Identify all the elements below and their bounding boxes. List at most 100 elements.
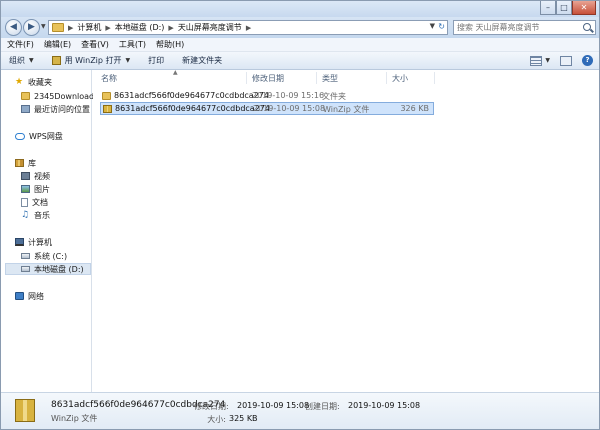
print-button[interactable]: 打印: [148, 55, 164, 66]
picture-icon: [21, 185, 30, 193]
address-dropdown-icon[interactable]: ▼: [430, 22, 435, 30]
new-folder-button[interactable]: 新建文件夹: [182, 55, 222, 66]
menu-bar: 文件(F) 编辑(E) 查看(V) 工具(T) 帮助(H): [1, 38, 599, 52]
column-date[interactable]: 修改日期: [252, 73, 284, 84]
nav-favorites[interactable]: ★ 收藏夹: [15, 76, 52, 88]
forward-button[interactable]: ▶: [23, 19, 40, 36]
nav-drive-d[interactable]: 本地磁盘 (D:): [5, 263, 91, 275]
window-controls: – □ ✕: [540, 1, 596, 15]
maximize-button[interactable]: □: [556, 1, 572, 15]
details-modified-label: 修改日期:: [194, 402, 229, 411]
column-divider[interactable]: [246, 72, 247, 84]
menu-tools[interactable]: 工具(T): [119, 39, 146, 50]
command-bar: 组织 ▼ 用 WinZip 打开 ▼ 打印 新建文件夹 ▼ ?: [1, 52, 599, 70]
nav-pictures-label: 图片: [34, 184, 50, 194]
folder-icon: [52, 23, 64, 32]
back-button[interactable]: ◀: [5, 19, 22, 36]
nav-videos[interactable]: 视频: [21, 170, 50, 182]
file-type: WinZip 文件: [323, 105, 370, 114]
details-pane: 8631adcf566f0de964677c0cdbdca274 WinZip …: [1, 392, 599, 429]
nav-library[interactable]: 库: [15, 157, 36, 169]
nav-music-label: 音乐: [34, 210, 50, 220]
address-row: ◀ ▶ ▼ ▶ 计算机 ▶ 本地磁盘 (D:) ▶ 天山屏幕亮度调节 ▶ ▼ ↻: [1, 17, 599, 38]
breadcrumb-drive-d[interactable]: 本地磁盘 (D:): [115, 22, 165, 33]
file-type: 文件夹: [322, 92, 346, 101]
nav-drive-d-label: 本地磁盘 (D:): [34, 264, 84, 274]
nav-pictures[interactable]: 图片: [21, 183, 50, 195]
column-divider[interactable]: [386, 72, 387, 84]
folder-icon: [102, 92, 111, 100]
document-icon: [21, 197, 28, 207]
breadcrumb-separator-icon[interactable]: ▶: [68, 24, 73, 32]
details-modified-value: 2019-10-09 15:08: [237, 401, 310, 410]
file-name: 8631adcf566f0de964677c0cdbdca274: [114, 91, 269, 100]
file-size: 326 KB: [400, 104, 429, 113]
menu-view[interactable]: 查看(V): [81, 39, 109, 50]
cloud-icon: [15, 132, 25, 140]
nav-wps[interactable]: WPS网盘: [15, 130, 63, 142]
file-list: ▲ 名称 修改日期 类型 大小 8631adcf566f0de964677c0c…: [93, 69, 599, 392]
search-box[interactable]: [453, 20, 596, 35]
view-controls: ▼ ?: [530, 55, 593, 66]
computer-icon: [15, 238, 24, 246]
nav-drive-c[interactable]: 系统 (C:): [21, 250, 67, 262]
nav-wps-label: WPS网盘: [29, 131, 63, 141]
refresh-icon[interactable]: ↻: [438, 22, 445, 31]
breadcrumb-computer[interactable]: 计算机: [77, 22, 101, 33]
recent-pages-dropdown-icon[interactable]: ▼: [41, 23, 46, 30]
breadcrumb-separator-icon[interactable]: ▶: [246, 24, 251, 32]
column-size[interactable]: 大小: [392, 73, 408, 84]
menu-file[interactable]: 文件(F): [7, 39, 34, 50]
nav-documents[interactable]: 文档: [21, 196, 48, 208]
breadcrumb-separator-icon[interactable]: ▶: [105, 24, 110, 32]
menu-help[interactable]: 帮助(H): [156, 39, 184, 50]
folder-icon: [21, 92, 30, 100]
nav-computer-label: 计算机: [28, 237, 52, 247]
winzip-file-icon: [103, 105, 112, 113]
navigation-pane: ★ 收藏夹 2345Downloads 最近访问的位置 WPS网盘 库 视频 图…: [1, 70, 98, 392]
file-name: 8631adcf566f0de964677c0cdbdca274: [115, 104, 270, 113]
nav-network[interactable]: 网络: [15, 290, 44, 302]
nav-library-label: 库: [28, 158, 36, 168]
breadcrumb-current-folder[interactable]: 天山屏幕亮度调节: [178, 22, 242, 33]
nav-recent[interactable]: 最近访问的位置: [21, 103, 90, 115]
video-icon: [21, 172, 30, 180]
winzip-icon: [51, 56, 61, 65]
winzip-file-icon: [15, 399, 35, 422]
nav-computer[interactable]: 计算机: [15, 236, 52, 248]
details-size-label: 大小:: [207, 415, 226, 424]
close-button[interactable]: ✕: [572, 1, 596, 15]
view-dropdown-icon[interactable]: ▼: [545, 57, 550, 64]
drive-icon: [21, 266, 30, 272]
star-icon: ★: [15, 77, 24, 87]
nav-videos-label: 视频: [34, 171, 50, 181]
details-file-type: WinZip 文件: [51, 414, 98, 423]
menu-edit[interactable]: 编辑(E): [44, 39, 71, 50]
preview-pane-icon[interactable]: [560, 55, 572, 66]
column-name[interactable]: 名称: [101, 73, 117, 84]
file-row-selected[interactable]: 8631adcf566f0de964677c0cdbdca274 2019-10…: [100, 102, 434, 115]
nav-music[interactable]: ♫ 音乐: [21, 209, 50, 221]
column-header-row: ▲ 名称 修改日期 类型 大小: [93, 69, 599, 86]
address-bar[interactable]: ▶ 计算机 ▶ 本地磁盘 (D:) ▶ 天山屏幕亮度调节 ▶ ▼ ↻: [48, 20, 448, 35]
column-type[interactable]: 类型: [322, 73, 338, 84]
nav-downloads-label: 2345Downloads: [34, 91, 99, 101]
drive-icon: [21, 253, 30, 259]
open-with-winzip-button[interactable]: 用 WinZip 打开 ▼: [51, 55, 130, 66]
search-input[interactable]: [457, 22, 575, 33]
minimize-button[interactable]: –: [540, 1, 556, 15]
help-icon[interactable]: ?: [582, 55, 593, 66]
nav-network-label: 网络: [28, 291, 44, 301]
details-created-value: 2019-10-09 15:08: [348, 401, 421, 410]
search-icon[interactable]: [583, 23, 591, 31]
nav-downloads[interactable]: 2345Downloads: [21, 90, 98, 102]
organize-button[interactable]: 组织 ▼: [9, 55, 34, 66]
file-date: 2019-10-09 15:08: [253, 104, 326, 113]
network-icon: [15, 292, 24, 300]
breadcrumb-separator-icon[interactable]: ▶: [168, 24, 173, 32]
library-icon: [15, 159, 24, 167]
column-divider[interactable]: [316, 72, 317, 84]
explorer-window: – □ ✕ ◀ ▶ ▼ ▶ 计算机 ▶ 本地磁盘 (D:) ▶ 天山屏幕亮度调节…: [0, 0, 600, 430]
column-divider[interactable]: [434, 72, 435, 84]
change-view-icon[interactable]: [530, 55, 543, 66]
